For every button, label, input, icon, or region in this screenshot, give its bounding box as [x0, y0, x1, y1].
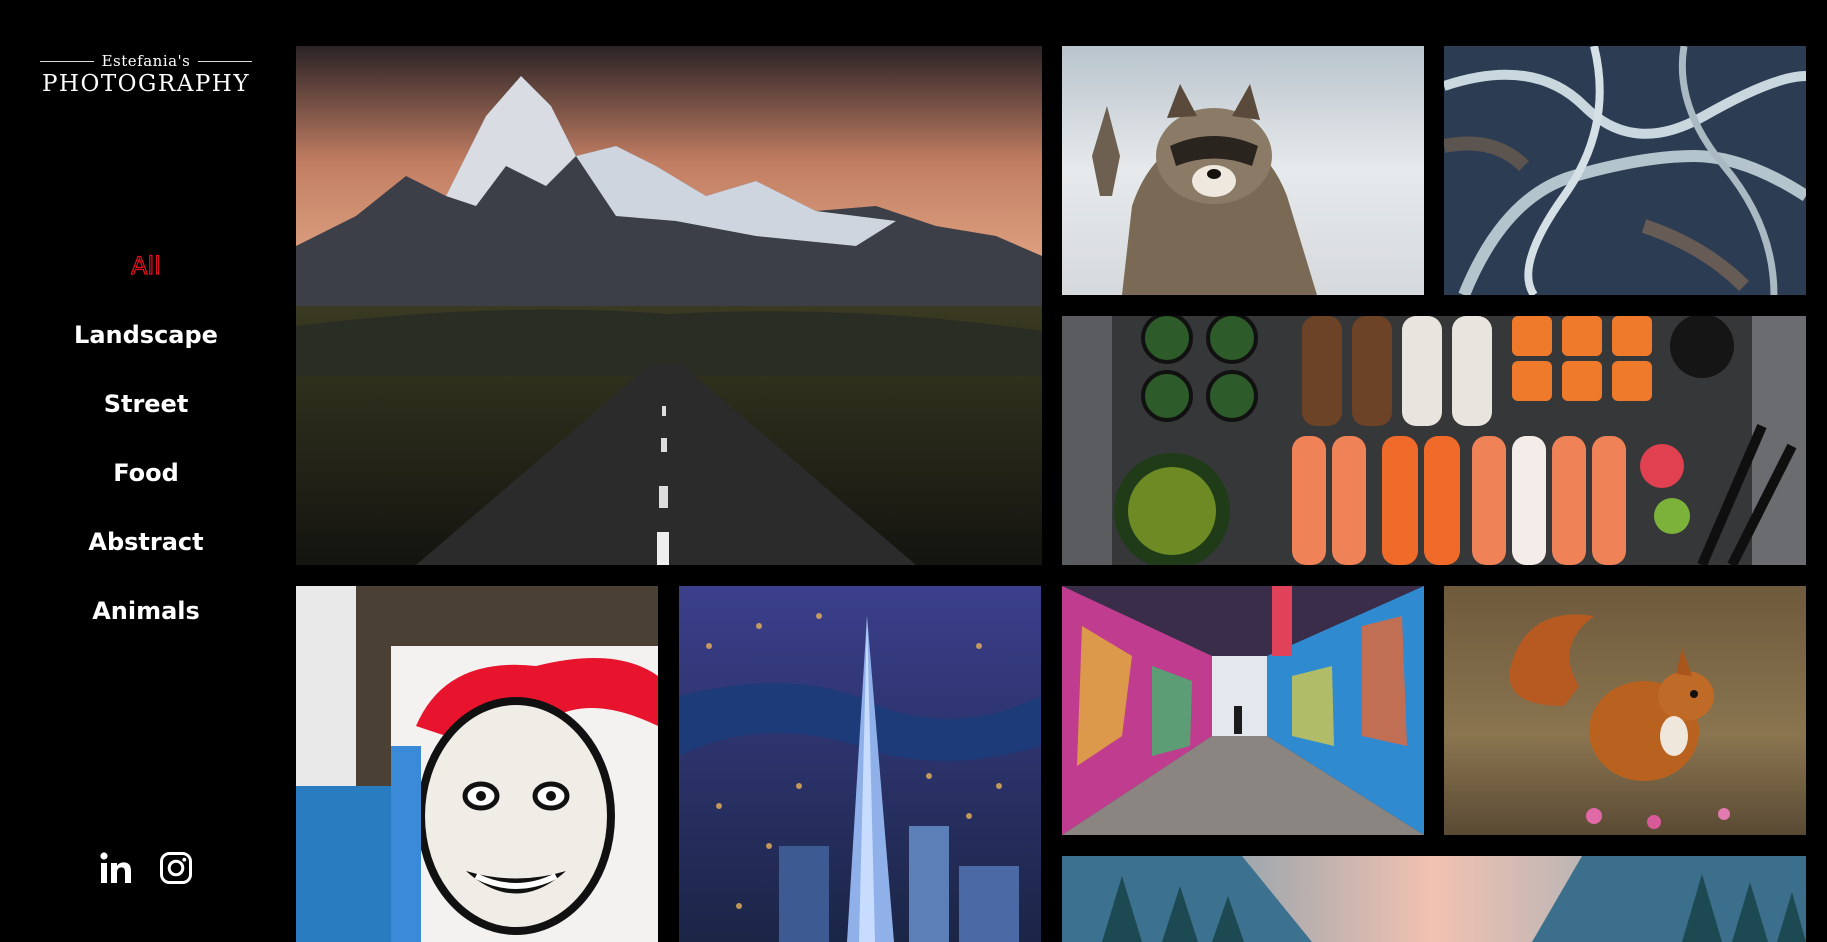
photo-sushi[interactable] — [1062, 316, 1806, 565]
photo-graffiti-alley[interactable] — [1062, 586, 1424, 835]
photo-street-art-face[interactable] — [296, 586, 658, 942]
photo-forest-valley[interactable] — [1062, 856, 1806, 942]
nav-item-all[interactable]: All — [0, 251, 292, 321]
nav-item-animals[interactable]: Animals — [0, 597, 292, 666]
linkedin-icon[interactable] — [98, 850, 134, 886]
logo-divider-right — [198, 60, 253, 62]
category-nav: All Landscape Street Food Abstract Anima… — [0, 251, 292, 666]
instagram-icon[interactable] — [158, 850, 194, 886]
logo-divider-left — [39, 60, 94, 62]
photo-city-night[interactable] — [679, 586, 1041, 942]
site-logo[interactable]: Estefania's PHOTOGRAPHY — [32, 52, 260, 98]
nav-item-food[interactable]: Food — [0, 459, 292, 528]
nav-item-landscape[interactable]: Landscape — [0, 321, 292, 390]
nav-item-abstract[interactable]: Abstract — [0, 528, 292, 597]
photo-raccoon[interactable] — [1062, 46, 1424, 295]
photo-red-squirrel[interactable] — [1444, 586, 1806, 835]
photo-mountain-road[interactable] — [296, 46, 1042, 565]
logo-main-text: PHOTOGRAPHY — [41, 71, 251, 97]
social-links — [98, 850, 194, 886]
nav-item-street[interactable]: Street — [0, 390, 292, 459]
logo-top-text: Estefania's — [101, 52, 191, 70]
photo-aerial-rivers[interactable] — [1444, 46, 1806, 295]
sidebar: Estefania's PHOTOGRAPHY All Landscape St… — [0, 0, 292, 942]
